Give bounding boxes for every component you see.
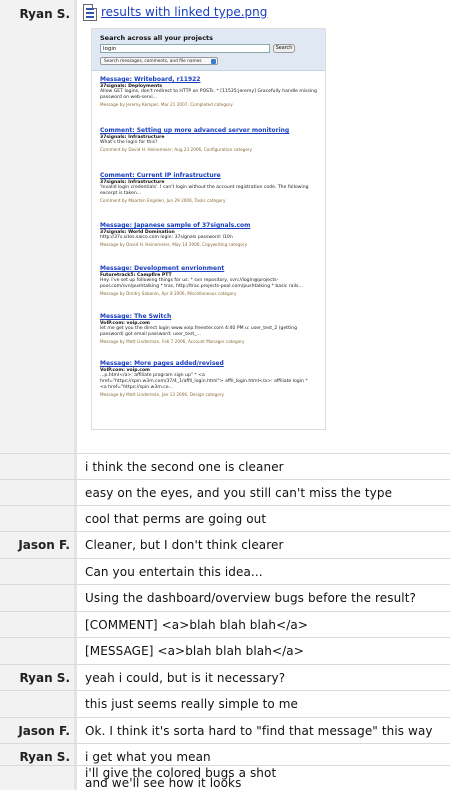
message-text: yeah i could, but is it necessary? [85, 671, 286, 685]
message-row: cool that perms are going out [0, 506, 450, 532]
message-row: easy on the eyes, and you still can't mi… [0, 480, 450, 506]
search-input: login [100, 44, 270, 53]
search-result: Comment: Setting up more advanced server… [100, 127, 322, 152]
message-text: Ok. I think it's sorta hard to "find tha… [85, 724, 433, 738]
result-meta: Comment by Maarten Engelen, Jun 29 2006,… [100, 198, 226, 203]
message-text: i get what you mean [85, 750, 211, 764]
message-text: Can you entertain this idea... [85, 565, 263, 579]
result-title: Message: More pages added/revised [100, 360, 224, 367]
result-title: Message: Writeboard, r11922 [100, 76, 201, 83]
result-excerpt-line: http://37s.sites.saico.com login: 37sign… [100, 235, 233, 240]
result-meta: Comment by David H. Heinemeier, Aug 23 2… [100, 147, 253, 152]
result-excerpt-line: <a href="https://spin.w3m.co... [100, 385, 173, 390]
result-excerpt-line: excerpt is taken... [100, 191, 142, 196]
speaker-name: Jason F. [18, 724, 70, 738]
message-text: cool that perms are going out [85, 512, 267, 526]
search-scope-select: Search messages, comments, and file name… [100, 57, 218, 65]
result-excerpt-line: password) got email password: user_test_… [100, 332, 201, 337]
message-text: easy on the eyes, and you still can't mi… [85, 486, 393, 500]
attachment-preview[interactable]: Search across all your projects login Se… [91, 28, 326, 430]
result-meta: Message by David H. Heinemeier, May 14 2… [100, 242, 248, 247]
result-title: Message: The Switch [100, 313, 172, 320]
speaker-name: Ryan S. [19, 7, 70, 21]
search-panel: Search across all your projects login Se… [92, 29, 325, 71]
speaker-name: Ryan S. [19, 671, 70, 685]
attachment-link[interactable]: results with linked type.png [101, 5, 267, 19]
message-row: Ryan S. yeah i could, but is it necessar… [0, 665, 450, 691]
message-text: and we'll see how it looks [85, 776, 242, 790]
message-text: Cleaner, but I don't think clearer [85, 538, 284, 552]
speaker-name: Jason F. [18, 538, 70, 552]
message-text: [MESSAGE] <a>blah blah blah</a> [85, 644, 304, 658]
search-scope-label: Search messages, comments, and file name… [104, 59, 202, 64]
speaker-name: Ryan S. [19, 750, 70, 764]
search-result: Message: Writeboard, r11922 37signals: D… [100, 76, 322, 107]
result-meta: Message by Jeremy Kemper, Mar 21 2007, C… [100, 102, 233, 107]
result-meta: Message by Matt Linderman, Jan 13 2006, … [100, 392, 224, 397]
select-arrows-icon [211, 59, 216, 64]
result-meta: Message by Dmitry Sabanin, Apr 8 2006, M… [100, 291, 237, 296]
result-excerpt-line: What's the login for this? [100, 140, 158, 145]
result-title: Message: Development envrionment [100, 265, 225, 272]
search-result: Message: Development envrionment Futuret… [100, 265, 322, 296]
search-result: Message: The Switch VoIP.com: voip.com l… [100, 313, 322, 344]
message-text: i think the second one is cleaner [85, 460, 284, 474]
message-row: and we'll see how it looks [0, 776, 450, 790]
message-row: Jason F. Cleaner, but I don't think clea… [0, 532, 450, 559]
message-text: Using the dashboard/overview bugs before… [85, 591, 417, 605]
search-button: Search [273, 44, 295, 53]
result-title: Message: Japanese sample of 37signals.co… [100, 222, 251, 229]
result-meta: Message by Matt Linderman, Feb 7 2006, A… [100, 339, 245, 344]
search-result: Comment: Current IP infrastructure 37sig… [100, 172, 322, 203]
message-row: Can you entertain this idea... [0, 559, 450, 585]
message-text: this just seems really simple to me [85, 697, 299, 711]
chat-transcript: Ryan S. results with linked type.png Sea… [0, 0, 450, 790]
message-row: Using the dashboard/overview bugs before… [0, 585, 450, 612]
search-panel-title: Search across all your projects [100, 34, 214, 42]
message-row-attachment: Ryan S. results with linked type.png Sea… [0, 0, 450, 454]
message-row: Ryan S. i get what you mean [0, 744, 450, 766]
message-row: [COMMENT] <a>blah blah blah</a> [0, 612, 450, 638]
message-row: this just seems really simple to me [0, 691, 450, 718]
result-excerpt-line: password on web-servi... [100, 95, 158, 100]
search-result: Message: Japanese sample of 37signals.co… [100, 222, 322, 247]
message-row: [MESSAGE] <a>blah blah blah</a> [0, 638, 450, 665]
result-title: Comment: Setting up more advanced server… [100, 127, 290, 134]
message-row: i think the second one is cleaner [0, 454, 450, 480]
result-excerpt-line: pool.com/svn/pushtalking * trac, http://… [100, 284, 303, 289]
message-row: Jason F. Ok. I think it's sorta hard to … [0, 718, 450, 744]
result-title: Comment: Current IP infrastructure [100, 172, 221, 179]
image-file-icon [83, 4, 97, 21]
search-result: Message: More pages added/revised VoIP.c… [100, 360, 322, 397]
message-text: [COMMENT] <a>blah blah blah</a> [85, 618, 309, 632]
